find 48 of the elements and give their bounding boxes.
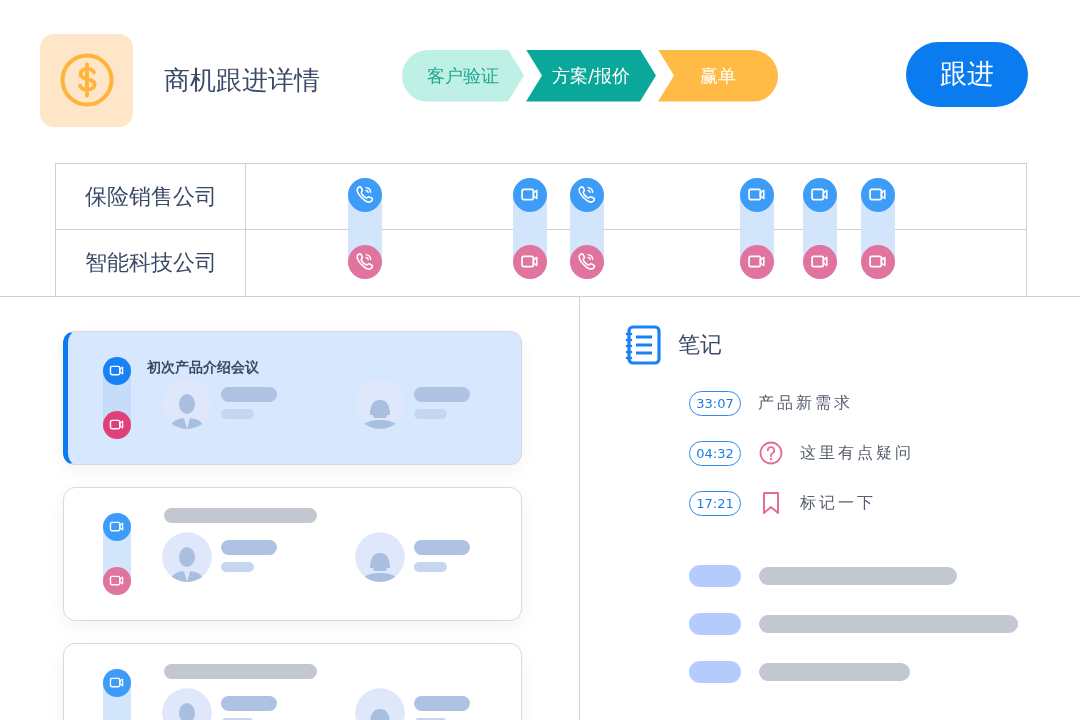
placeholder-pill (689, 613, 741, 635)
dollar-icon (58, 52, 115, 108)
question-icon (759, 441, 783, 465)
placeholder-bar (414, 696, 470, 711)
video-camera-icon (103, 669, 131, 697)
placeholder-bar (414, 562, 447, 572)
placeholder-bar (221, 562, 254, 572)
video-camera-icon (861, 178, 895, 212)
avatar-icon (162, 379, 212, 429)
video-camera-icon (103, 567, 131, 595)
stage-tab[interactable]: 客户验证 (402, 49, 524, 102)
notebook-icon (624, 325, 662, 365)
note-text: 产品新需求 (758, 392, 853, 414)
page-title: 商机跟进详情 (164, 63, 321, 97)
avatar-icon (355, 379, 405, 429)
meeting-title: 初次产品介绍会议 (147, 359, 260, 377)
notes-title: 笔记 (678, 331, 722, 359)
video-camera-icon (740, 245, 774, 279)
meeting-card[interactable]: 初次产品介绍会议 (63, 331, 522, 465)
video-camera-icon (513, 178, 547, 212)
phone-icon (570, 178, 604, 212)
video-camera-icon (803, 245, 837, 279)
meeting-card[interactable] (63, 487, 522, 621)
follow-button[interactable]: 跟进 (906, 41, 1028, 107)
video-camera-icon (513, 245, 547, 279)
company-name: 智能科技公司 (56, 230, 246, 296)
avatar-icon (162, 532, 212, 582)
stage-tab[interactable]: 方案/报价 (526, 49, 656, 102)
video-camera-icon (803, 178, 837, 212)
placeholder-bar (221, 540, 277, 555)
phone-icon (570, 245, 604, 279)
avatar-icon (355, 532, 405, 582)
placeholder-pill (689, 661, 741, 683)
placeholder-bar (414, 387, 470, 402)
video-camera-icon (103, 411, 131, 439)
video-camera-icon (103, 357, 131, 385)
phone-icon (348, 245, 382, 279)
video-camera-icon (740, 178, 774, 212)
placeholder-bar (221, 387, 277, 402)
company-name: 保险销售公司 (56, 164, 246, 230)
placeholder-bar (221, 696, 277, 711)
video-camera-icon (103, 513, 131, 541)
placeholder-bar (414, 540, 470, 555)
note-text: 这里有点疑问 (800, 442, 914, 464)
video-camera-icon (861, 245, 895, 279)
phone-icon (348, 178, 382, 212)
note-text: 标记一下 (800, 492, 876, 514)
placeholder-pill (689, 565, 741, 587)
